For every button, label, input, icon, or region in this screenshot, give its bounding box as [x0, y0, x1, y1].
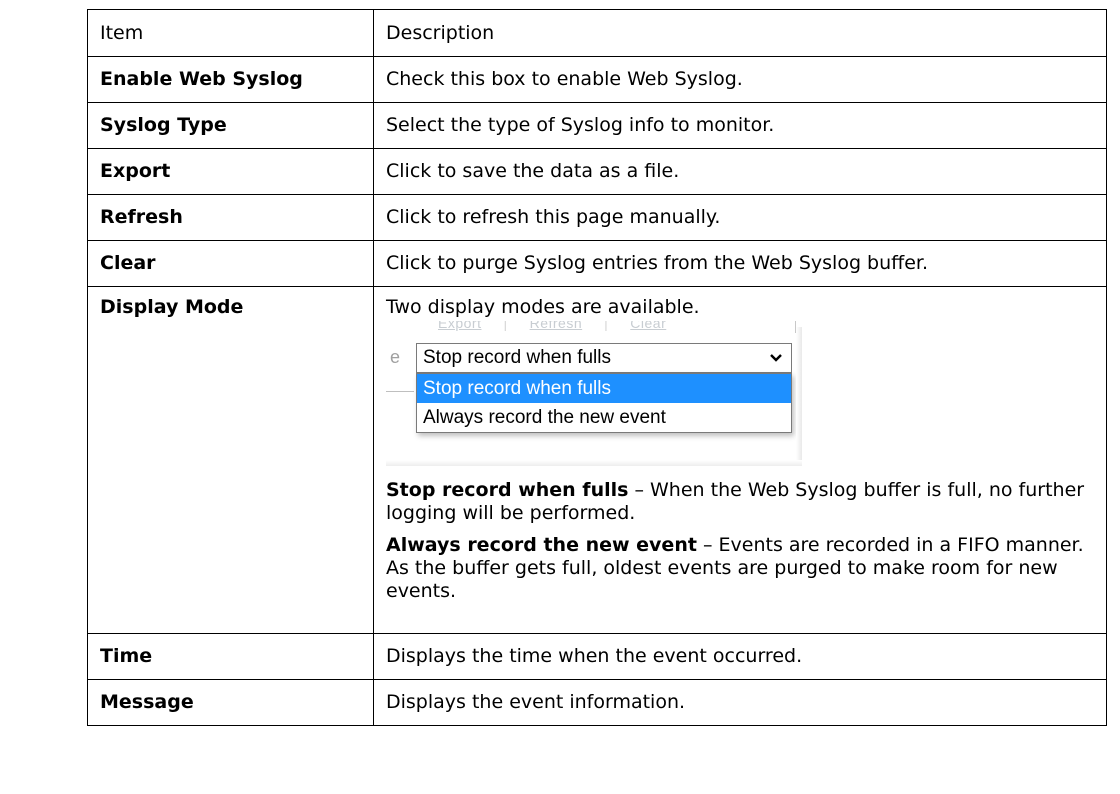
row-description: Select the type of Syslog info to monito… [373, 102, 1107, 149]
parameter-table: Item Description Enable Web Syslog Check… [87, 9, 1107, 726]
faded-link-row: Export | Refresh | Clear [438, 321, 666, 331]
header-description: Description [373, 9, 1107, 57]
table-row: Clear Click to purge Syslog entries from… [87, 240, 1107, 287]
option-always-record[interactable]: Always record the new event [417, 403, 791, 432]
detail-term: Stop record when fulls [386, 479, 629, 501]
select-value: Stop record when fulls [423, 347, 611, 368]
display-mode-screenshot: Export | Refresh | Clear e Stop record when … [386, 321, 802, 466]
row-description: Click to save the data as a file. [373, 148, 1107, 195]
faded-export-link: Export [438, 321, 482, 331]
table-row: Message Displays the event information. [87, 679, 1107, 726]
detail-always-record: Always record the new event – Events are… [386, 534, 1094, 603]
row-description: Click to purge Syslog entries from the W… [373, 240, 1107, 287]
faded-clear-link: Clear [630, 321, 667, 331]
detail-term: Always record the new event [386, 534, 697, 556]
row-description: Check this box to enable Web Syslog. [373, 56, 1107, 103]
table-row: Enable Web Syslog Check this box to enab… [87, 56, 1107, 103]
table-row: Syslog Type Select the type of Syslog in… [87, 102, 1107, 149]
row-description: Displays the event information. [373, 679, 1107, 726]
row-description: Two display modes are available. [386, 296, 700, 318]
option-stop-record[interactable]: Stop record when fulls [417, 374, 791, 403]
row-item: Display Mode [87, 286, 374, 634]
faded-label-fragment: e [390, 347, 401, 367]
row-description: Click to refresh this page manually. [373, 194, 1107, 241]
header-item: Item [87, 9, 374, 57]
table-row: Time Displays the time when the event oc… [87, 633, 1107, 680]
table-header-row: Item Description [87, 9, 1107, 57]
row-item: Time [87, 633, 374, 680]
table-row: Export Click to save the data as a file. [87, 148, 1107, 195]
row-item: Message [87, 679, 374, 726]
row-description: Displays the time when the event occurre… [373, 633, 1107, 680]
display-mode-select[interactable]: Stop record when fulls [416, 343, 792, 373]
select-option-list: Stop record when fulls Always record the… [416, 373, 792, 433]
detail-stop-record: Stop record when fulls – When the Web Sy… [386, 479, 1094, 525]
table-row: Display Mode Two display modes are avail… [87, 286, 1107, 634]
row-item: Clear [87, 240, 374, 287]
row-item: Refresh [87, 194, 374, 241]
row-item: Export [87, 148, 374, 195]
row-item: Syslog Type [87, 102, 374, 149]
table-row: Refresh Click to refresh this page manua… [87, 194, 1107, 241]
faded-refresh-link: Refresh [529, 321, 583, 331]
row-item: Enable Web Syslog [87, 56, 374, 103]
row-description-cell: Two display modes are available. Export |… [373, 286, 1107, 634]
faded-rule [386, 391, 414, 392]
